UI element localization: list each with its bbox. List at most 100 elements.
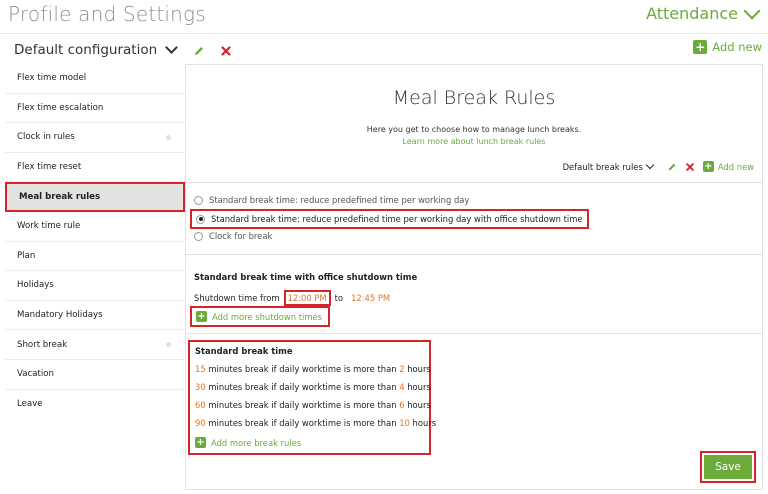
break-rules-toolbar: Default break rules + Add new [562, 160, 754, 172]
option-standard-break[interactable]: Standard break time: reduce predefined t… [194, 195, 469, 205]
option-clock-for-break[interactable]: Clock for break [194, 231, 272, 241]
status-dot-icon [166, 134, 171, 140]
option-standard-break-shutdown[interactable]: Standard break time: reduce predefined t… [190, 209, 589, 229]
sidebar-item-label: Flex time reset [17, 162, 82, 173]
break-rule-row: 30 minutes break if daily worktime is mo… [195, 382, 431, 392]
radio-button[interactable] [194, 195, 203, 205]
shutdown-end-time[interactable]: 12:45 PM [351, 293, 390, 303]
plus-icon: + [702, 161, 714, 172]
configuration-label: Default configuration [14, 42, 158, 58]
sidebar-item-label: Leave [17, 399, 43, 410]
shutdown-heading: Standard break time with office shutdown… [194, 272, 418, 282]
sidebar-item-short-break[interactable]: Short break [5, 330, 185, 360]
page-title: Profile and Settings [8, 2, 206, 26]
add-break-rules-button[interactable]: + Add more break rules [195, 437, 301, 448]
divider [186, 333, 762, 334]
add-new-label: Add new [717, 161, 754, 172]
add-new-rule-button[interactable]: + Add new [702, 161, 754, 172]
learn-more-link[interactable]: Learn more about lunch break rules [186, 137, 762, 146]
chevron-down-icon [645, 160, 655, 170]
delete-x-icon[interactable] [685, 162, 695, 172]
save-button-highlight: Save [700, 451, 756, 483]
chevron-down-icon [165, 41, 179, 54]
plus-icon: + [196, 311, 207, 322]
shutdown-from-label: Shutdown time from [194, 293, 280, 303]
header-divider [0, 33, 768, 34]
sidebar-item-label: Flex time escalation [17, 102, 104, 113]
break-minutes[interactable]: 60 [195, 400, 206, 410]
break-hours[interactable]: 4 [399, 382, 404, 392]
break-minutes[interactable]: 30 [195, 382, 206, 392]
shutdown-time-row: Shutdown time from 12:00 PM to 12:45 PM [194, 290, 390, 306]
sidebar-item-leave[interactable]: Leave [5, 390, 185, 420]
add-shutdown-times-button[interactable]: + Add more shutdown times [190, 306, 331, 327]
break-rules-label: Default break rules [562, 161, 643, 172]
sidebar-item-label: Vacation [17, 369, 54, 380]
sidebar-item-label: Work time rule [17, 221, 81, 232]
radio-button[interactable] [194, 231, 203, 241]
delete-x-icon[interactable] [220, 45, 232, 57]
sidebar-item-label: Meal break rules [19, 192, 101, 203]
plus-icon: + [195, 437, 206, 448]
divider [186, 254, 762, 255]
break-hours[interactable]: 10 [399, 418, 410, 428]
add-new-label: Add new [712, 40, 762, 54]
break-rules-dropdown[interactable]: Default break rules [562, 160, 659, 172]
sidebar-item-label: Flex time model [17, 73, 87, 84]
break-rule-row: 15 minutes break if daily worktime is mo… [195, 364, 431, 374]
break-rule-text: minutes break if daily worktime is more … [208, 382, 397, 392]
edit-pencil-icon[interactable] [193, 45, 205, 57]
sidebar: Flex time model Flex time escalation Clo… [5, 64, 185, 419]
break-minutes[interactable]: 15 [195, 364, 206, 374]
sidebar-item-flex-time-model[interactable]: Flex time model [5, 64, 185, 94]
save-button[interactable]: Save [704, 455, 752, 479]
option-label: Standard break time: reduce predefined t… [209, 195, 470, 205]
break-rule-text: minutes break if daily worktime is more … [208, 418, 397, 428]
add-shutdown-label: Add more shutdown times [212, 311, 323, 322]
option-label: Clock for break [209, 231, 273, 241]
sidebar-item-clock-in-rules[interactable]: Clock in rules [5, 123, 185, 153]
break-hours-unit: hours [407, 382, 431, 392]
chevron-down-icon [743, 2, 761, 19]
standard-break-heading: Standard break time [195, 346, 293, 356]
option-label: Standard break time: reduce predefined t… [211, 214, 583, 224]
break-hours[interactable]: 6 [399, 400, 404, 410]
sidebar-item-flex-time-escalation[interactable]: Flex time escalation [5, 94, 185, 124]
meal-break-rules-panel: Meal Break Rules Here you get to choose … [185, 64, 763, 490]
sidebar-item-flex-time-reset[interactable]: Flex time reset [5, 153, 185, 183]
sidebar-item-holidays[interactable]: Holidays [5, 271, 185, 301]
add-new-configuration-button[interactable]: + Add new [693, 40, 762, 54]
section-description: Here you get to choose how to manage lun… [366, 125, 582, 134]
break-rule-text: minutes break if daily worktime is more … [208, 400, 397, 410]
break-rule-row: 90 minutes break if daily worktime is mo… [195, 418, 436, 428]
configuration-dropdown[interactable]: Default configuration [14, 41, 179, 58]
break-rule-text: minutes break if daily worktime is more … [208, 364, 397, 374]
sidebar-item-label: Plan [17, 250, 36, 261]
sidebar-item-label: Short break [17, 339, 68, 350]
sidebar-item-mandatory-holidays[interactable]: Mandatory Holidays [5, 301, 185, 331]
shutdown-to-label: to [334, 293, 344, 303]
module-label: Attendance [646, 4, 738, 23]
status-dot-icon [166, 342, 171, 348]
sidebar-item-label: Holidays [17, 280, 54, 291]
section-title: Meal Break Rules [392, 87, 556, 109]
sidebar-item-work-time-rule[interactable]: Work time rule [5, 212, 185, 242]
break-rule-row: 60 minutes break if daily worktime is mo… [195, 400, 431, 410]
break-hours-unit: hours [407, 364, 431, 374]
shutdown-start-time[interactable]: 12:00 PM [283, 290, 331, 306]
divider [186, 182, 762, 183]
radio-button-selected[interactable] [196, 214, 205, 224]
break-minutes[interactable]: 90 [195, 418, 206, 428]
module-dropdown[interactable]: Attendance [646, 2, 761, 23]
break-hours-unit: hours [412, 418, 437, 428]
sidebar-item-meal-break-rules[interactable]: Meal break rules [5, 182, 185, 212]
sidebar-item-vacation[interactable]: Vacation [5, 360, 185, 390]
break-hours-unit: hours [407, 400, 431, 410]
add-break-rules-label: Add more break rules [211, 437, 302, 448]
standard-break-rules: Standard break time 15 minutes break if … [188, 340, 436, 455]
sidebar-item-plan[interactable]: Plan [5, 242, 185, 272]
sidebar-item-label: Clock in rules [17, 132, 75, 143]
break-hours[interactable]: 2 [399, 364, 404, 374]
edit-pencil-icon[interactable] [667, 162, 677, 172]
plus-icon: + [693, 40, 708, 54]
